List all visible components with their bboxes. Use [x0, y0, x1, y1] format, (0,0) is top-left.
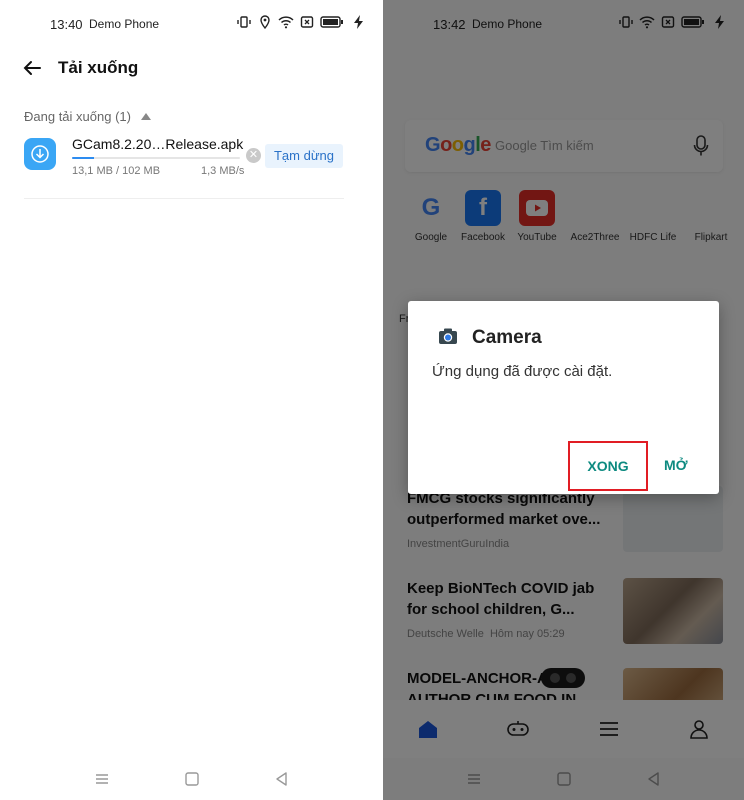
back-arrow-icon[interactable] — [22, 58, 42, 78]
collapse-triangle-icon — [140, 113, 151, 120]
camera-icon — [439, 328, 457, 344]
download-file-name: GCam8.2.20…Release.apk — [72, 136, 244, 152]
wifi-icon — [278, 16, 294, 29]
vibrate-icon — [237, 16, 251, 28]
status-bar: 13:40 Demo Phone — [0, 0, 383, 48]
download-progress-bar — [72, 157, 240, 159]
page-header: Tải xuống — [0, 48, 383, 88]
done-button[interactable]: XONG — [568, 441, 648, 491]
system-nav-bar — [0, 758, 383, 800]
charging-icon — [354, 15, 363, 29]
battery-icon — [320, 16, 343, 28]
download-size: 13,1 MB / 102 MB — [72, 165, 161, 177]
status-carrier: Demo Phone — [89, 17, 160, 31]
open-button[interactable]: MỞ — [664, 457, 688, 473]
download-progress-fill — [72, 157, 94, 159]
recents-menu-icon[interactable] — [93, 770, 111, 788]
home-square-icon[interactable] — [183, 770, 201, 788]
sim-icon — [300, 16, 314, 28]
page-title: Tải xuống — [58, 58, 139, 77]
pause-button[interactable]: Tạm dừng — [265, 144, 343, 168]
section-label: Đang tải xuống (1) — [24, 109, 131, 124]
downloading-section-toggle[interactable]: Đang tải xuống (1) — [24, 109, 151, 124]
install-complete-dialog: Camera Ứng dụng đã được cài đặt. XONG MỞ — [408, 301, 719, 494]
back-triangle-icon[interactable] — [273, 770, 291, 788]
download-file-icon — [24, 138, 56, 170]
location-icon — [260, 15, 270, 30]
dialog-title: Camera — [472, 327, 542, 348]
browser-home-screen: 13:42 Demo Phone Google Google Tìm kiếm … — [383, 0, 744, 800]
download-item[interactable]: GCam8.2.20…Release.apk 13,1 MB / 102 MB … — [24, 134, 344, 199]
status-time: 13:40 — [50, 17, 83, 32]
cancel-download-icon[interactable]: ✕ — [246, 148, 261, 163]
download-speed: 1,3 MB/s — [201, 165, 245, 177]
status-icons — [236, 14, 367, 30]
dialog-message: Ứng dụng đã được cài đặt. — [432, 363, 613, 380]
downloads-screen: 13:40 Demo Phone Tải xuống Đang tải xuốn… — [0, 0, 383, 800]
